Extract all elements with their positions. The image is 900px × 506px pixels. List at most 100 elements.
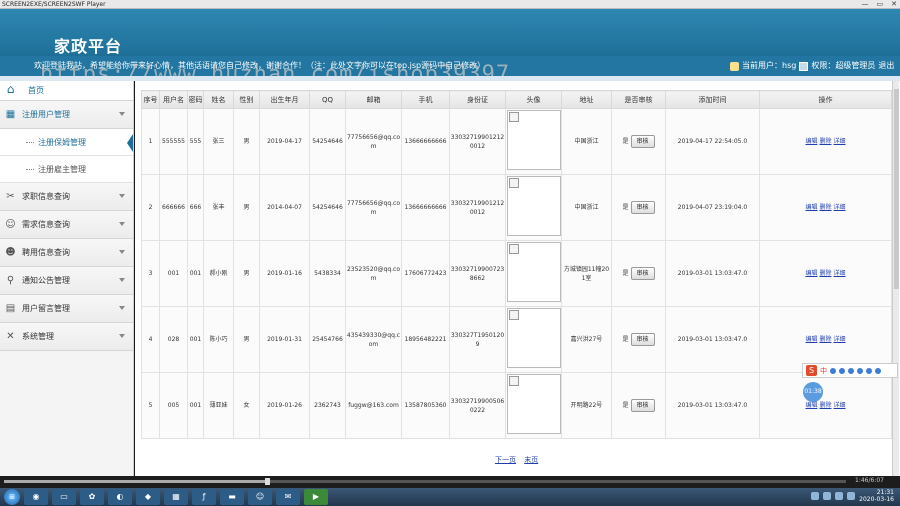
sidebar-item-label: 求职信息查询 [22, 192, 70, 201]
page-scrollbar[interactable] [892, 81, 899, 476]
audit-status: 是 [622, 270, 629, 277]
detail-link[interactable]: 详细 [834, 138, 846, 145]
keyboard-icon[interactable] [857, 367, 863, 374]
edit-link[interactable]: 编辑 [805, 270, 817, 277]
next-page-link[interactable]: 下一页 [495, 456, 516, 464]
sidebar-item-system[interactable]: ✕ 系统管理 [0, 323, 133, 351]
chrome-icon[interactable]: ◉ [24, 489, 48, 505]
cell-qq: 2362743 [309, 372, 346, 439]
flash-icon[interactable]: ƒ [192, 489, 216, 505]
user-icon [730, 61, 739, 71]
folder-icon[interactable]: ▬ [220, 489, 244, 505]
audit-button[interactable]: 审核 [630, 399, 655, 412]
cell-email: 435439330@qq.com [345, 306, 402, 373]
punctuation-icon[interactable] [830, 367, 836, 374]
col-header: QQ [309, 90, 346, 109]
cell-gender: 男 [233, 306, 260, 373]
user-info: 当前用户：hsg 权限：超级管理员 退出 [730, 56, 894, 76]
skin-icon[interactable] [866, 367, 872, 374]
sidebar-subitem-employer[interactable]: 注册雇主管理 [0, 156, 133, 183]
detail-link[interactable]: 详细 [834, 270, 846, 277]
col-header: 出生年月 [259, 90, 310, 109]
terminal-icon[interactable]: ▭ [52, 489, 76, 505]
tray-icon[interactable] [811, 492, 820, 500]
col-header: 地址 [561, 90, 612, 109]
recorder-icon[interactable]: ▶ [304, 489, 328, 505]
avatar-image [506, 176, 561, 236]
cell-idcard: 330327199005060222 [449, 372, 506, 439]
tray-icon[interactable] [823, 492, 832, 500]
cell-no: 4 [141, 306, 160, 373]
floating-timer[interactable]: 01:38 [803, 382, 823, 402]
start-button[interactable]: ⊞ [4, 489, 20, 505]
minimize-button[interactable]: — [862, 0, 869, 9]
sidebar-item-users[interactable]: ▦ 注册用户管理 [0, 101, 133, 129]
cell-username: 028 [159, 306, 188, 373]
cell-password: 001 [187, 372, 204, 439]
edit-link[interactable]: 编辑 [805, 138, 817, 145]
col-header: 序号 [141, 90, 160, 109]
clock[interactable]: 21:31 2020-03-16 [859, 489, 894, 503]
sidebar-item-job-search[interactable]: ✂ 求职信息查询 [0, 183, 133, 211]
last-page-link[interactable]: 末页 [524, 456, 538, 464]
maximize-button[interactable]: ▭ [877, 0, 884, 9]
detail-link[interactable]: 详细 [834, 204, 846, 211]
sidebar-subitem-label: 注册保姆管理 [38, 137, 86, 147]
audit-status: 是 [622, 204, 629, 211]
detail-link[interactable]: 详细 [834, 402, 846, 409]
edit-link[interactable]: 编辑 [805, 336, 817, 343]
cell-email: 23523520@qq.com [345, 240, 402, 307]
cell-name: 张丰 [203, 174, 234, 241]
sidebar-item-messages[interactable]: ▤ 用户留言管理 [0, 295, 133, 323]
ime-mode[interactable]: 中 [820, 366, 827, 376]
scrollbar-thumb[interactable] [894, 89, 899, 289]
emoji-icon[interactable] [839, 367, 845, 374]
ime-toolbar[interactable]: S 中 [802, 363, 898, 378]
editor-icon[interactable]: ◆ [136, 489, 160, 505]
excel-icon[interactable]: ▦ [164, 489, 188, 505]
chevron-down-icon [119, 334, 125, 338]
menu-icon[interactable] [875, 367, 881, 374]
detail-link[interactable]: 详细 [834, 336, 846, 343]
audit-button[interactable]: 审核 [630, 135, 655, 148]
seek-handle[interactable] [265, 478, 270, 485]
cell-address: 开明路22号 [561, 372, 612, 439]
audit-button[interactable]: 审核 [630, 267, 655, 280]
mic-icon[interactable] [848, 367, 854, 374]
cell-email: fuggw@163.com [345, 372, 402, 439]
delete-link[interactable]: 删除 [819, 204, 831, 211]
window-titlebar: SCREEN2EXE/SCREEN2SWF Player — ▭ ✕ [0, 0, 900, 9]
close-button[interactable]: ✕ [891, 0, 897, 9]
col-header: 是否审核 [611, 90, 666, 109]
audit-button[interactable]: 审核 [630, 333, 655, 346]
browser-icon[interactable]: ◐ [108, 489, 132, 505]
cell-ops: 编辑 删除 详细 [759, 108, 892, 175]
edit-link[interactable]: 编辑 [805, 402, 817, 409]
delete-link[interactable]: 删除 [819, 138, 831, 145]
sidebar-item-home[interactable]: ⌂ 首页 [0, 81, 133, 101]
cell-added: 2019-04-17 22:54:05.0 [665, 108, 760, 175]
delete-link[interactable]: 删除 [819, 402, 831, 409]
sidebar-item-hire-search[interactable]: ☻ 聘用信息查询 [0, 239, 133, 267]
qq-icon[interactable]: ☺ [248, 489, 272, 505]
cell-qq: 25454766 [309, 306, 346, 373]
audit-button[interactable]: 审核 [630, 201, 655, 214]
logout-link[interactable]: 退出 [878, 56, 894, 76]
search-icon: ⚲ [6, 275, 15, 286]
network-status-icon[interactable] [847, 492, 856, 500]
volume-icon[interactable] [835, 492, 844, 500]
sidebar-item-label: 通知公告管理 [22, 276, 70, 285]
sidebar-subitem-nanny[interactable]: 注册保姆管理 [0, 129, 133, 156]
cell-avatar [505, 306, 562, 373]
wechat-icon[interactable]: ✉ [276, 489, 300, 505]
chevron-down-icon [119, 278, 125, 282]
edit-link[interactable]: 编辑 [805, 204, 817, 211]
audit-status: 是 [622, 138, 629, 145]
sidebar-item-notices[interactable]: ⚲ 通知公告管理 [0, 267, 133, 295]
delete-link[interactable]: 删除 [819, 270, 831, 277]
sidebar-subitem-label: 注册雇主管理 [38, 164, 86, 174]
cell-avatar [505, 108, 562, 175]
network-icon[interactable]: ✿ [80, 489, 104, 505]
delete-link[interactable]: 删除 [819, 336, 831, 343]
sidebar-item-demand-search[interactable]: ☺ 需求信息查询 [0, 211, 133, 239]
